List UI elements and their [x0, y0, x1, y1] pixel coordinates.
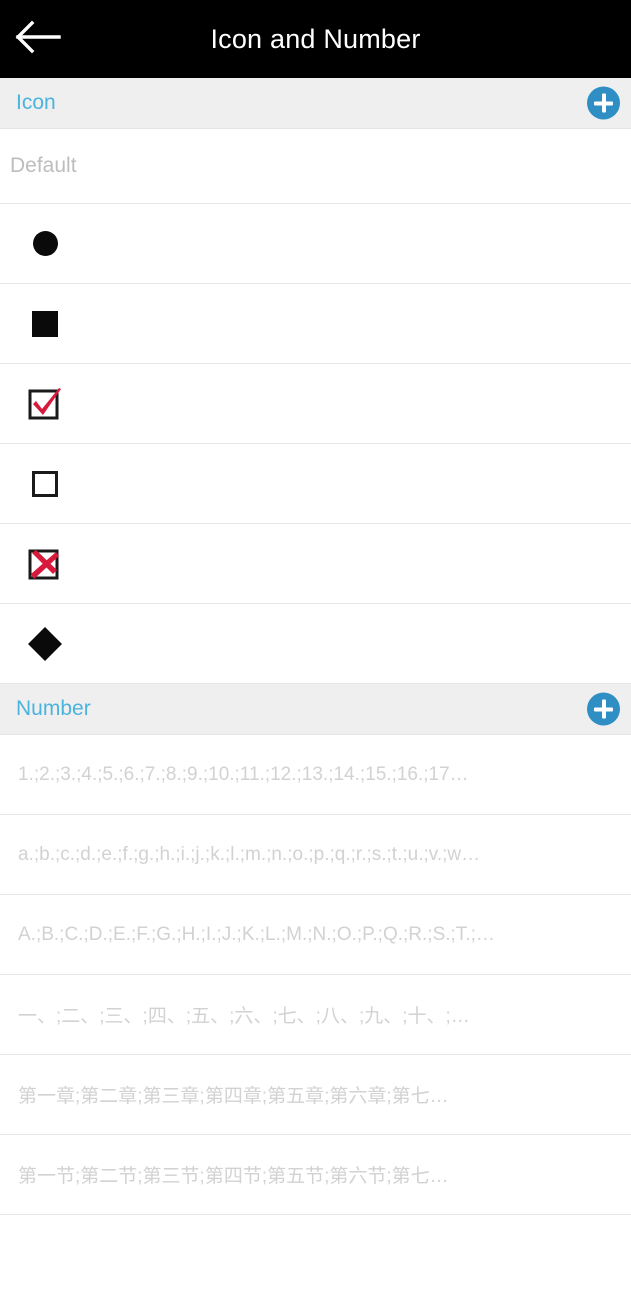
list-item-label: 第一节;第二节;第三节;第四节;第五节;第六节;第七… [18, 1166, 449, 1187]
add-icon-button[interactable] [587, 86, 620, 120]
empty-area [0, 1215, 631, 1292]
list-item[interactable]: 第一章;第二章;第三章;第四章;第五章;第六章;第七… [0, 1055, 631, 1135]
list-item[interactable]: Default [0, 129, 631, 204]
crossed-checkbox-icon [0, 542, 90, 586]
list-item[interactable] [0, 284, 631, 364]
list-item[interactable]: a.;b.;c.;d.;e.;f.;g.;h.;i.;j.;k.;l.;m.;n… [0, 815, 631, 895]
list-item-label: 1.;2.;3.;4.;5.;6.;7.;8.;9.;10.;11.;12.;1… [18, 763, 469, 785]
list-item[interactable] [0, 444, 631, 524]
list-item[interactable]: A.;B.;C.;D.;E.;F.;G.;H.;I.;J.;K.;L.;M.;N… [0, 895, 631, 975]
arrow-left-icon [15, 20, 61, 59]
list-item[interactable]: 1.;2.;3.;4.;5.;6.;7.;8.;9.;10.;11.;12.;1… [0, 735, 631, 815]
list-item-label: a.;b.;c.;d.;e.;f.;g.;h.;i.;j.;k.;l.;m.;n… [18, 843, 481, 865]
filled-circle-bullet-icon [0, 231, 90, 256]
plus-circle-icon-vertical [601, 93, 606, 113]
filled-diamond-bullet-icon [0, 626, 90, 661]
section-header-number: Number [0, 684, 631, 735]
list-item-label: Default [10, 154, 77, 177]
filled-square-bullet-icon [0, 310, 90, 337]
app-bar: Icon and Number [0, 0, 631, 78]
empty-checkbox-icon [0, 470, 90, 497]
list-item-label: A.;B.;C.;D.;E.;F.;G.;H.;I.;J.;K.;L.;M.;N… [18, 923, 495, 945]
plus-circle-icon-vertical [601, 699, 606, 719]
list-item[interactable] [0, 604, 631, 684]
list-item[interactable]: 第一节;第二节;第三节;第四节;第五节;第六节;第七… [0, 1135, 631, 1215]
list-item-label: 一、;二、;三、;四、;五、;六、;七、;八、;九、;十、;… [18, 1006, 470, 1027]
list-item[interactable] [0, 524, 631, 604]
list-item[interactable]: 一、;二、;三、;四、;五、;六、;七、;八、;九、;十、;… [0, 975, 631, 1055]
section-header-icon: Icon [0, 78, 631, 129]
back-button[interactable] [8, 11, 68, 67]
list-item[interactable] [0, 204, 631, 284]
list-item[interactable] [0, 364, 631, 444]
section-title-number: Number [16, 697, 91, 720]
checked-checkbox-icon [0, 382, 90, 426]
add-number-button[interactable] [587, 692, 620, 726]
section-title-icon: Icon [16, 91, 56, 114]
page-title: Icon and Number [210, 23, 421, 54]
list-item-label: 第一章;第二章;第三章;第四章;第五章;第六章;第七… [18, 1086, 449, 1107]
